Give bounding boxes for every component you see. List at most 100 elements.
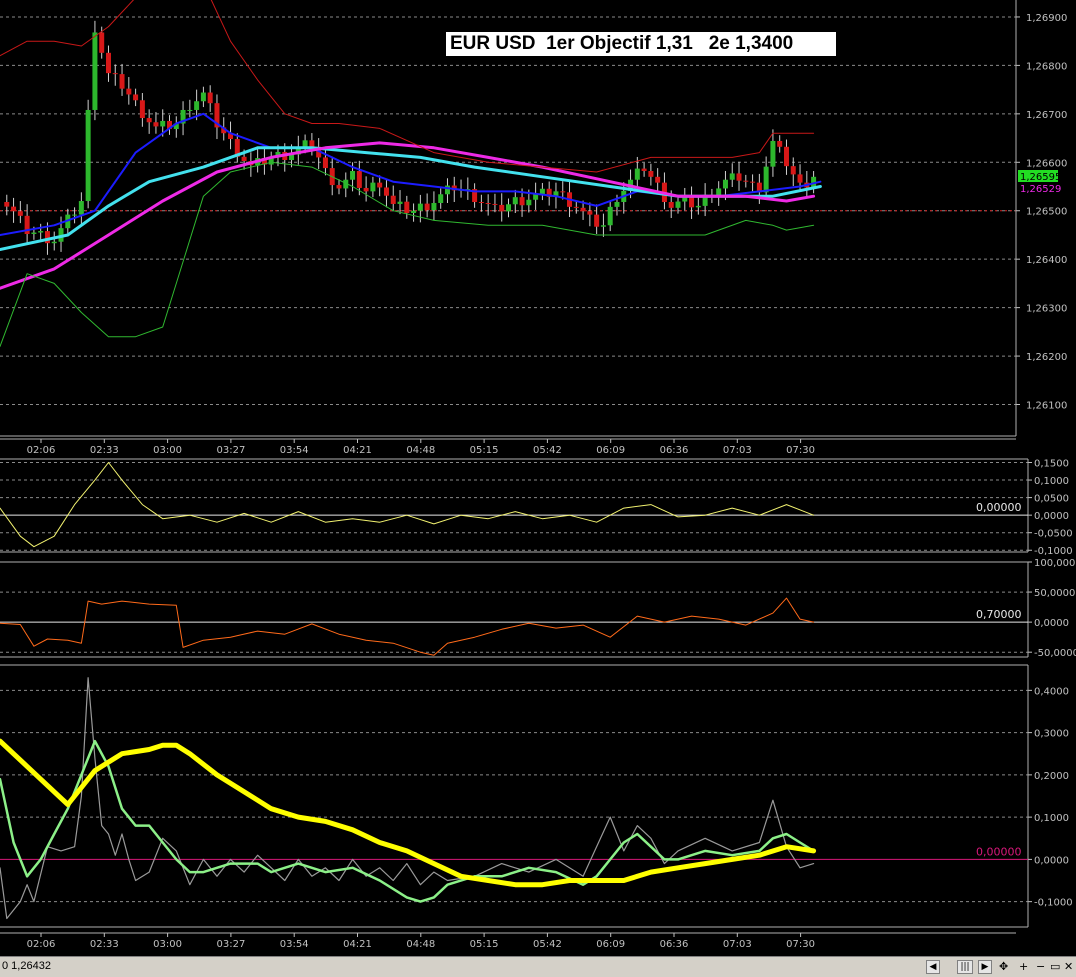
nav-left-icon[interactable]: ◀ bbox=[926, 960, 940, 974]
time-tick-label: 07:30 bbox=[786, 445, 815, 456]
candle-body bbox=[99, 32, 105, 53]
candle-body bbox=[634, 168, 640, 180]
candle-body bbox=[560, 191, 566, 193]
time-tick-label: 04:48 bbox=[406, 939, 435, 950]
candle-body bbox=[424, 203, 430, 211]
candle-body bbox=[492, 203, 498, 205]
candle-body bbox=[78, 201, 84, 215]
oscillator-3-pane-y-tick-label: 0,2000 bbox=[1034, 771, 1069, 782]
zoom-out-icon[interactable]: − bbox=[1036, 960, 1045, 973]
price-y-tick-label: 1,26600 bbox=[1026, 158, 1067, 169]
candle-body bbox=[722, 179, 728, 189]
oscillator-1-pane-zero-label: 0,00000 bbox=[976, 501, 1022, 514]
candle-body bbox=[356, 171, 362, 188]
crosshair-icon[interactable]: ✥ bbox=[999, 960, 1008, 973]
candle-body bbox=[478, 202, 484, 204]
time-tick-label: 05:42 bbox=[533, 939, 562, 950]
candle-body bbox=[92, 32, 98, 110]
candle-body bbox=[207, 92, 213, 104]
time-tick-label: 07:03 bbox=[723, 939, 752, 950]
status-text: 0 1,26432 bbox=[2, 960, 51, 972]
candle-body bbox=[438, 194, 444, 203]
gray-line bbox=[0, 677, 815, 920]
chart-title: EUR USD 1er Objectif 1,31 2e 1,3400 bbox=[446, 32, 836, 56]
oscillator-3-pane-y-tick-label: 0,3000 bbox=[1034, 729, 1069, 740]
nav-right-icon[interactable]: ▶ bbox=[978, 960, 992, 974]
candle-body bbox=[411, 210, 417, 213]
candle-body bbox=[4, 202, 10, 207]
time-tick-label: 06:36 bbox=[660, 939, 689, 950]
oscillator-1-pane-y-tick-label: 0,1500 bbox=[1034, 459, 1069, 470]
price-y-tick-label: 1,26900 bbox=[1026, 13, 1067, 24]
oscillator-3-pane-y-tick-label: 0,0000 bbox=[1034, 855, 1069, 866]
oscillator-1-pane-y-tick-label: 0,0000 bbox=[1034, 511, 1069, 522]
time-tick-label: 04:48 bbox=[406, 445, 435, 456]
candle-body bbox=[655, 176, 661, 183]
candle-body bbox=[38, 231, 44, 233]
time-tick-label: 02:06 bbox=[27, 445, 56, 456]
oscillator-3-pane: 0,4000 0,3000 0,2000 0,1000 0,0000 -0,1000 0,0… bbox=[0, 664, 1073, 928]
time-tick-label: 03:54 bbox=[280, 939, 309, 950]
candle-body bbox=[377, 182, 383, 188]
candle-body bbox=[187, 109, 193, 111]
candle-body bbox=[485, 202, 491, 204]
candle-body bbox=[72, 214, 78, 216]
oscillator-1-pane: 0,1500 0,1000 0,0500 0,0000 -0,0500 -0,1000 0,… bbox=[0, 458, 1073, 557]
oscillator-1-pane-y-tick-label: 0,1000 bbox=[1034, 476, 1069, 487]
scroll-thumb-icon[interactable]: ||| bbox=[957, 960, 973, 974]
candle-body bbox=[241, 156, 247, 161]
candle-body bbox=[573, 206, 579, 208]
price-y-tick-label: 1,26800 bbox=[1026, 61, 1067, 72]
candle-body bbox=[322, 157, 328, 169]
oscillator-2-pane-zero-label: 0,70000 bbox=[976, 608, 1022, 621]
candle-body bbox=[797, 174, 803, 183]
candle-body bbox=[506, 204, 511, 212]
candle-body bbox=[112, 73, 118, 75]
candle-body bbox=[695, 205, 701, 208]
candle-body bbox=[126, 88, 132, 95]
price-pane: 1,26900 1,26800 1,26700 1,26600 1,26500 1,264… bbox=[0, 0, 1067, 950]
ma-cyan-line bbox=[0, 146, 822, 251]
last-price-label: 1,26595 bbox=[1020, 172, 1061, 183]
candle-body bbox=[770, 140, 776, 167]
oscillator-3-pane-zero-label: 0,00000 bbox=[976, 845, 1022, 858]
candle-body bbox=[648, 171, 654, 177]
candle-body bbox=[404, 201, 410, 213]
oscillator-1-pane-y-tick-label: -0,1000 bbox=[1034, 546, 1073, 557]
candle-body bbox=[614, 202, 620, 207]
candle-body bbox=[533, 194, 539, 200]
oscillator-3-pane-y-tick-label: 0,1000 bbox=[1034, 813, 1069, 824]
candle-body bbox=[200, 92, 206, 102]
candle-body bbox=[383, 187, 389, 196]
time-tick-label: 03:27 bbox=[216, 445, 245, 456]
zoom-in-icon[interactable]: + bbox=[1019, 960, 1028, 973]
price-y-tick-label: 1,26700 bbox=[1026, 110, 1067, 121]
time-tick-label: 04:21 bbox=[343, 939, 372, 950]
window-icon[interactable]: ▭ bbox=[1050, 960, 1060, 973]
price-y-tick-label: 1,26500 bbox=[1026, 207, 1067, 218]
candle-body bbox=[309, 140, 315, 147]
candle-body bbox=[336, 185, 342, 189]
oscillator-2-pane: 100,0000 50,0000 0,0000 -50,0000 0,70000 bbox=[0, 558, 1076, 659]
candle-body bbox=[600, 225, 606, 227]
oscillator-3-pane-y-tick-label: 0,4000 bbox=[1034, 686, 1069, 697]
time-tick-label: 03:27 bbox=[216, 939, 245, 950]
candle-body bbox=[607, 206, 613, 226]
candle-body bbox=[444, 185, 450, 195]
candle-body bbox=[777, 140, 783, 147]
osc-orange-line bbox=[0, 597, 815, 656]
close-icon[interactable]: ✕ bbox=[1064, 960, 1073, 973]
time-tick-label: 04:21 bbox=[343, 445, 372, 456]
candle-body bbox=[512, 197, 518, 205]
candle-body bbox=[139, 100, 145, 119]
candle-body bbox=[44, 231, 50, 244]
labels-layer: 1,265951,26529 bbox=[1018, 170, 1061, 195]
time-tick-label: 03:00 bbox=[153, 939, 182, 950]
candle-body bbox=[668, 202, 674, 208]
candle-body bbox=[17, 211, 23, 216]
status-bar: 0 1,26432 ◀ ||| ▶ ✥ + − ▭ ✕ bbox=[0, 956, 1076, 977]
candle-body bbox=[526, 199, 532, 206]
candle-body bbox=[350, 171, 356, 180]
panes: 1,26900 1,26800 1,26700 1,26600 1,26500 1,264… bbox=[0, 0, 1076, 950]
candle-body bbox=[729, 173, 735, 180]
